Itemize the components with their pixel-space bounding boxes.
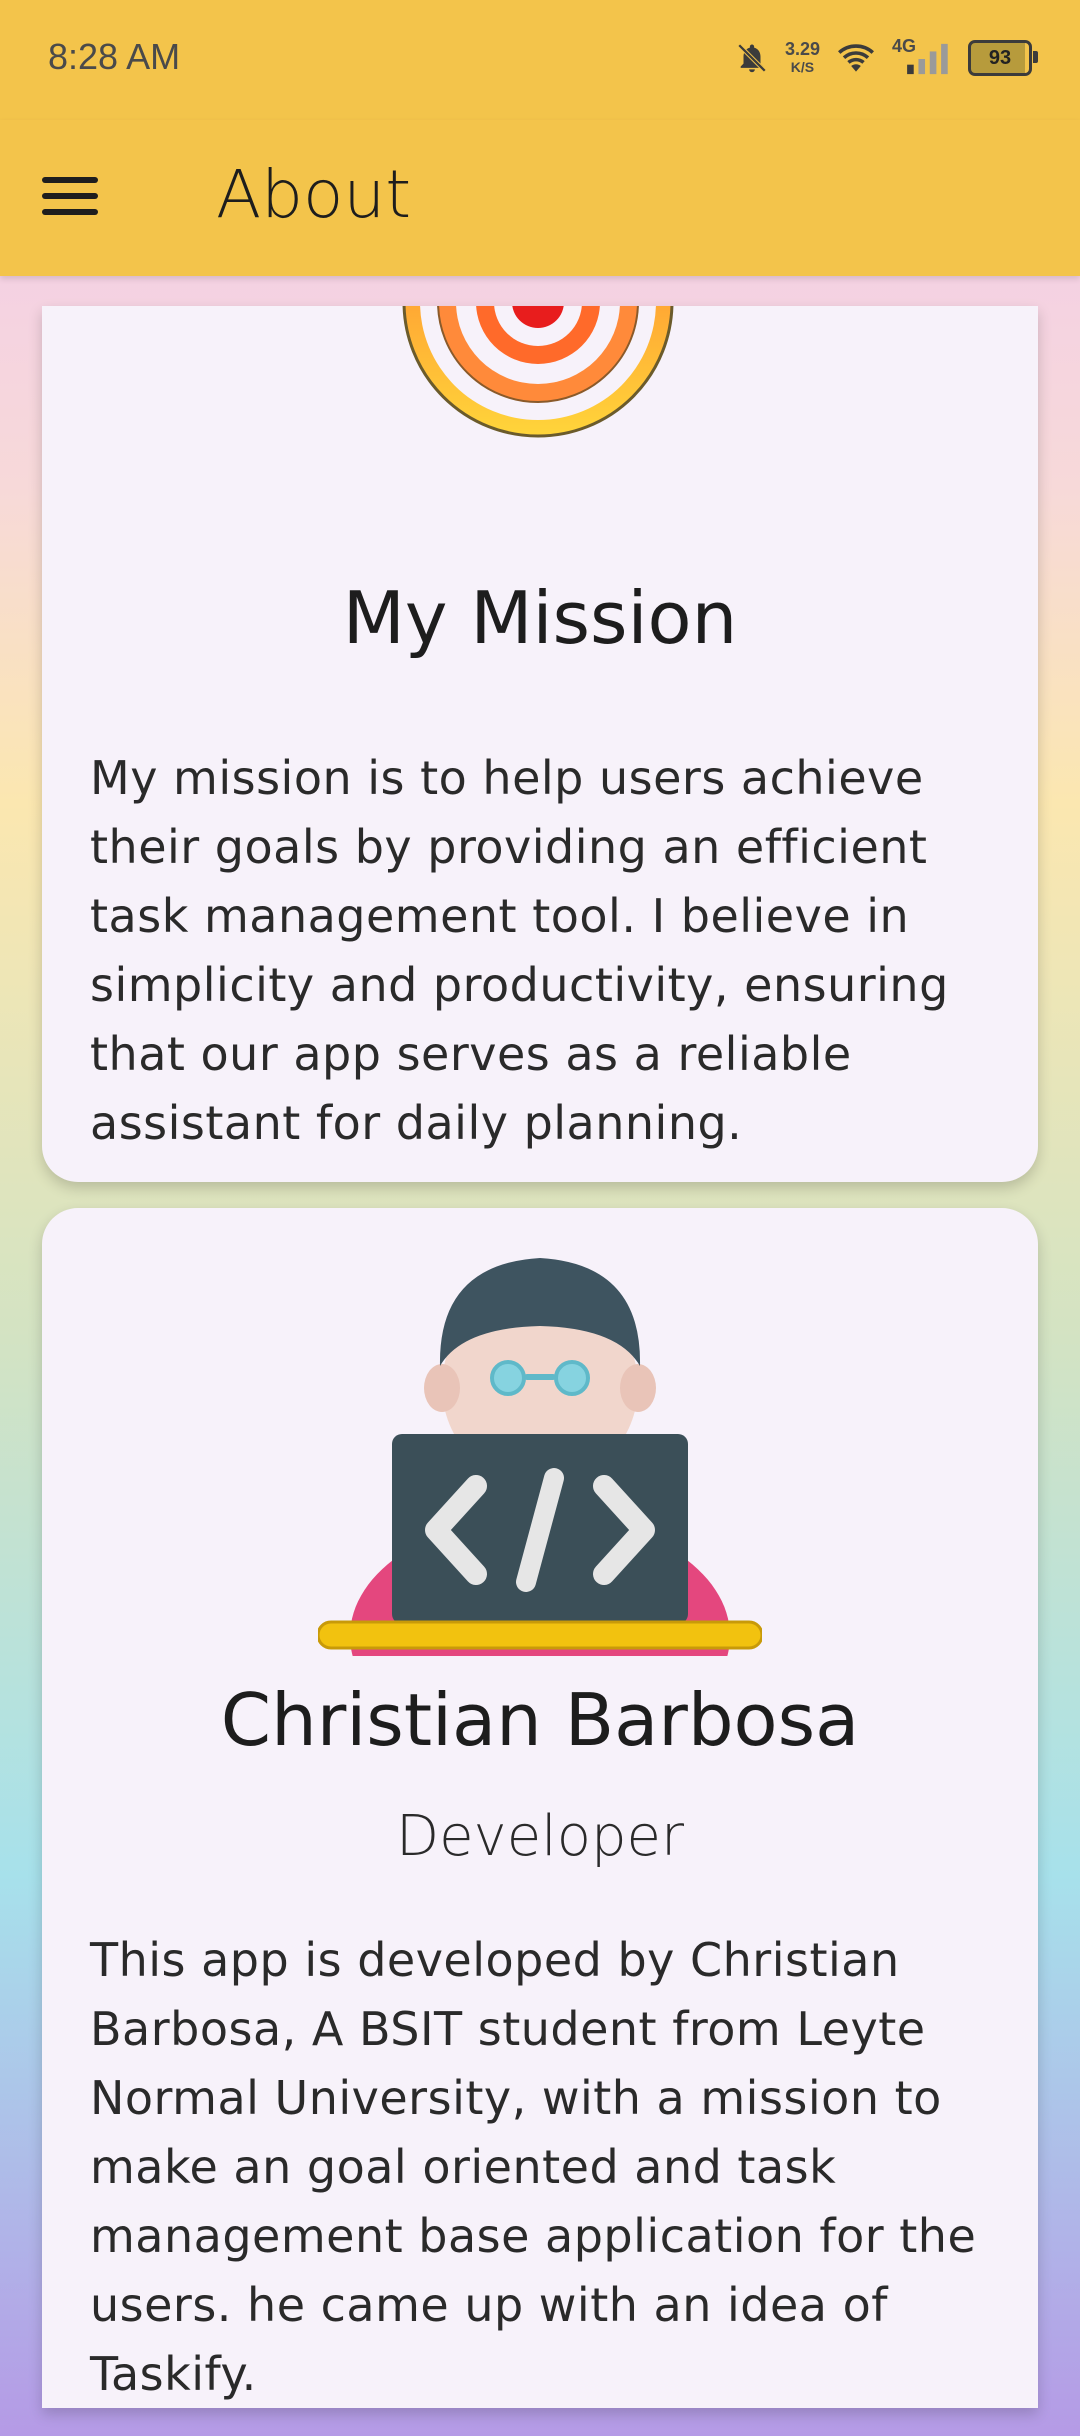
app-bar: About bbox=[0, 120, 1080, 276]
status-bar: 8:28 AM 3.29 K/S 4G 93 bbox=[0, 0, 1080, 120]
wifi-icon bbox=[838, 44, 874, 72]
status-time: 8:28 AM bbox=[48, 36, 181, 77]
network-speed: 3.29 K/S bbox=[785, 40, 820, 76]
mission-card: My Mission My mission is to help users a… bbox=[42, 306, 1038, 1182]
developer-avatar-icon bbox=[318, 1258, 762, 1656]
status-icons: 3.29 K/S 4G 93 bbox=[735, 36, 1038, 80]
target-icon bbox=[402, 306, 674, 438]
network-speed-value: 3.29 bbox=[784, 39, 820, 59]
mission-text: My mission is to help users achieve thei… bbox=[90, 751, 949, 1150]
network-speed-unit: K/S bbox=[790, 59, 815, 75]
developer-role: Developer bbox=[395, 1804, 684, 1869]
signal-icon bbox=[907, 43, 948, 75]
battery-indicator: 93 bbox=[968, 40, 1038, 76]
menu-icon-bar bbox=[42, 177, 98, 183]
menu-icon-bar bbox=[42, 209, 98, 215]
mission-heading: My Mission bbox=[342, 576, 738, 660]
menu-button[interactable] bbox=[42, 166, 126, 226]
developer-card: Christian Barbosa Developer This app is … bbox=[42, 1208, 1038, 2408]
developer-text: This app is developed by Christian Barbo… bbox=[90, 1933, 977, 2401]
menu-icon-bar bbox=[42, 193, 98, 199]
bell-off-icon bbox=[737, 43, 767, 73]
developer-name: Christian Barbosa bbox=[220, 1678, 860, 1762]
page-title: About bbox=[216, 156, 412, 233]
cellular-signal: 4G bbox=[892, 36, 952, 78]
